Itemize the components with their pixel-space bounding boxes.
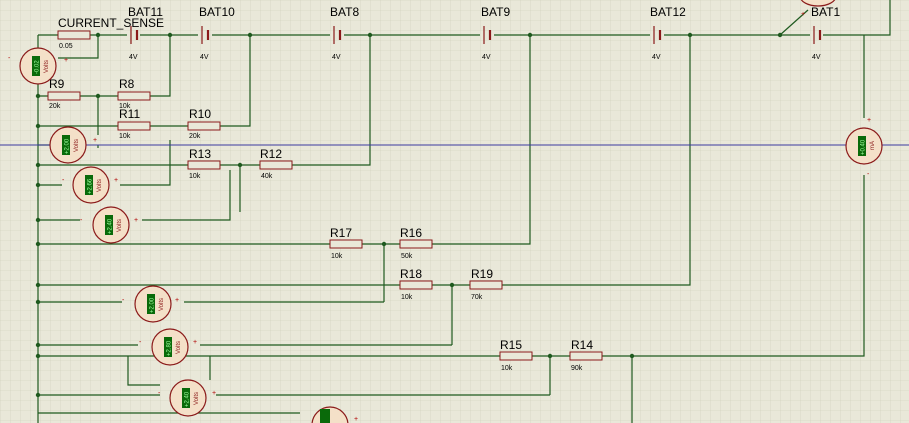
meter-reading: +2.00 bbox=[150, 297, 156, 313]
battery-value: 4V bbox=[482, 54, 491, 61]
battery-name: BAT1 bbox=[811, 5, 840, 19]
battery-name: BAT8 bbox=[330, 5, 359, 19]
resistor-value: 10k bbox=[189, 173, 201, 180]
meter-unit: Volts bbox=[117, 219, 123, 232]
resistor-value: 70k bbox=[471, 294, 483, 301]
meter-reading: +0.40 bbox=[861, 139, 867, 155]
resistor-value: 90k bbox=[571, 365, 583, 372]
meter-unit: Volts bbox=[176, 341, 182, 354]
resistor-value: 40k bbox=[261, 173, 273, 180]
meter-unit: Volts bbox=[44, 60, 50, 73]
battery-name: BAT10 bbox=[199, 5, 235, 19]
plus-marker: + bbox=[175, 297, 179, 304]
meter-reading: +2.66 bbox=[88, 178, 94, 194]
meter-unit: Volts bbox=[74, 139, 80, 152]
resistor-value: 10k bbox=[331, 253, 343, 260]
ammeter[interactable]: +0.40 mA bbox=[845, 127, 883, 165]
resistor-name: R13 bbox=[189, 147, 211, 161]
battery-name: BAT9 bbox=[481, 5, 510, 19]
grid-background bbox=[0, 0, 909, 423]
plus-marker: + bbox=[867, 117, 871, 124]
resistor-name: R15 bbox=[500, 338, 522, 352]
plus-marker: + bbox=[354, 416, 358, 423]
plus-marker: + bbox=[114, 177, 118, 184]
meter-unit: Volts bbox=[159, 298, 165, 311]
voltmeter-3[interactable]: +2.40 Volts bbox=[92, 206, 130, 244]
sense-value: 0.05 bbox=[59, 43, 73, 50]
battery-value: 4V bbox=[812, 54, 821, 61]
resistor-name: R9 bbox=[49, 77, 65, 91]
resistor-value: 50k bbox=[401, 253, 413, 260]
meter-reading: -0.02 bbox=[35, 60, 41, 74]
resistor-name: R8 bbox=[119, 77, 135, 91]
resistor-value: 10k bbox=[501, 365, 513, 372]
plus-marker: + bbox=[801, 11, 805, 18]
voltmeter-4[interactable]: +2.00 Volts bbox=[134, 285, 172, 323]
plus-marker: + bbox=[134, 217, 138, 224]
resistor-name: R12 bbox=[260, 147, 282, 161]
voltmeter-5[interactable]: +2.80 Volts bbox=[151, 328, 189, 366]
meter-unit: mA bbox=[870, 141, 876, 150]
battery-name: BAT11 bbox=[128, 5, 163, 19]
meter-reading: +2.00 bbox=[65, 138, 71, 154]
resistor-name: R11 bbox=[119, 107, 140, 121]
plus-marker: + bbox=[93, 137, 97, 144]
meter-unit: Volts bbox=[194, 392, 200, 405]
meter-reading: +2.40 bbox=[108, 218, 114, 234]
resistor-value: 20k bbox=[49, 103, 61, 110]
battery-value: 4V bbox=[652, 54, 661, 61]
plus-marker: + bbox=[193, 339, 197, 346]
resistor-name: R10 bbox=[189, 107, 211, 121]
meter-reading: +2.80 bbox=[167, 340, 173, 356]
voltmeter-2[interactable]: +2.66 Volts bbox=[72, 166, 110, 204]
resistor-name: R17 bbox=[330, 226, 352, 240]
battery-name: BAT12 bbox=[650, 5, 686, 19]
battery-value: 4V bbox=[332, 54, 341, 61]
resistor-name: R16 bbox=[400, 226, 422, 240]
plus-marker: + bbox=[212, 390, 216, 397]
battery-value: 4V bbox=[200, 54, 209, 61]
resistor-name: R19 bbox=[471, 267, 493, 281]
schematic-canvas[interactable]: CURRENT_SENSE 0.05 BAT11 4V BAT10 4V BAT… bbox=[0, 0, 909, 423]
voltmeter-0[interactable]: -0.02 Volts bbox=[19, 47, 57, 85]
plus-marker: + bbox=[64, 57, 68, 64]
resistor-value: 10k bbox=[119, 133, 131, 140]
resistor-value: 10k bbox=[401, 294, 413, 301]
voltmeter-6[interactable]: +2.40 Volts bbox=[169, 379, 207, 417]
schematic-svg: CURRENT_SENSE 0.05 BAT11 4V BAT10 4V BAT… bbox=[0, 0, 909, 423]
resistor-name: R18 bbox=[400, 267, 422, 281]
voltmeter-1[interactable]: +2.00 Volts bbox=[49, 126, 87, 164]
meter-reading: +2.40 bbox=[185, 391, 191, 407]
resistor-value: 20k bbox=[189, 133, 201, 140]
battery-value: 4V bbox=[129, 54, 138, 61]
meter-unit: Volts bbox=[97, 179, 103, 192]
resistor-name: R14 bbox=[571, 338, 593, 352]
